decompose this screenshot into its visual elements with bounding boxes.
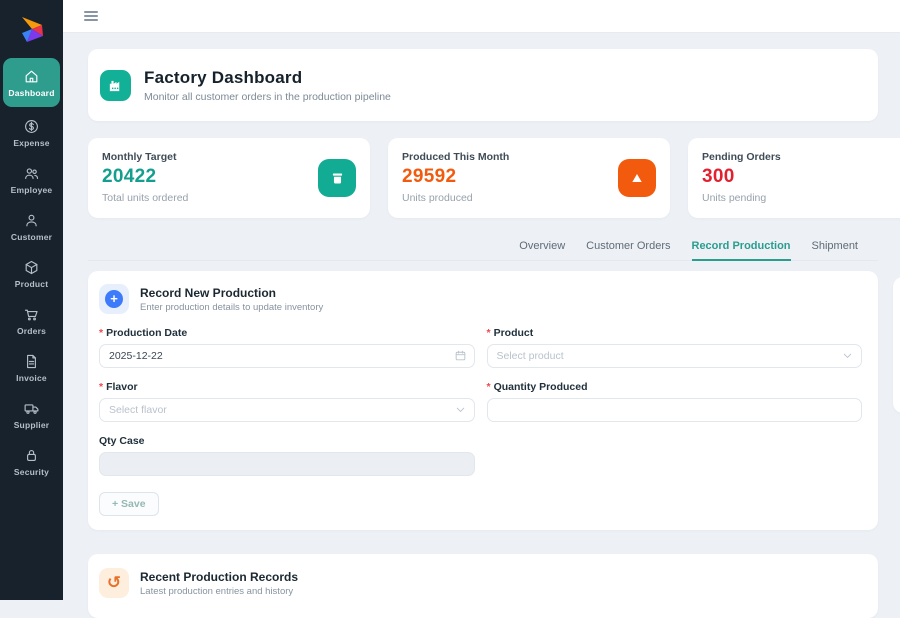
required-marker: *	[99, 381, 103, 393]
quantity-produced-input[interactable]	[487, 398, 863, 422]
sidebar: Dashboard Expense Employee Customer Prod…	[0, 0, 63, 600]
sidebar-item-invoice[interactable]: Invoice	[0, 344, 63, 391]
form-grid: *Production Date *Product	[99, 327, 862, 476]
page-title: Factory Dashboard	[144, 68, 391, 88]
sidebar-item-customer[interactable]: Customer	[0, 203, 63, 250]
sidebar-item-label: Customer	[11, 232, 52, 242]
brand-logo	[14, 12, 50, 48]
sidebar-item-label: Expense	[13, 138, 49, 148]
recent-subtitle: Latest production entries and history	[140, 586, 298, 597]
sidebar-item-label: Product	[15, 279, 49, 289]
sidebar-item-orders[interactable]: Orders	[0, 297, 63, 344]
archive-icon	[318, 159, 356, 197]
factory-icon	[100, 70, 131, 101]
product-select[interactable]	[487, 344, 863, 368]
form-subtitle: Enter production details to update inven…	[140, 302, 323, 313]
save-button[interactable]: + Save	[99, 492, 159, 516]
field-flavor: *Flavor	[99, 381, 475, 422]
file-icon	[23, 353, 40, 370]
stat-label: Pending Orders	[702, 151, 900, 163]
stats-row: Monthly Target 20422 Total units ordered…	[88, 138, 900, 218]
field-qty-case: Qty Case	[99, 435, 475, 476]
home-icon	[23, 68, 40, 85]
field-product: *Product	[487, 327, 863, 368]
sidebar-item-security[interactable]: Security	[0, 438, 63, 485]
triangle-up-icon	[618, 159, 656, 197]
form-header: + Record New Production Enter production…	[99, 284, 862, 314]
tab-record-production[interactable]: Record Production	[692, 240, 791, 261]
sidebar-item-employee[interactable]: Employee	[0, 156, 63, 203]
page-header-card: Factory Dashboard Monitor all customer o…	[88, 49, 878, 121]
sidebar-item-label: Dashboard	[8, 88, 54, 98]
stat-label: Produced This Month	[402, 151, 656, 163]
person-icon	[23, 212, 40, 229]
cart-icon	[23, 306, 40, 323]
main-content: Factory Dashboard Monitor all customer o…	[63, 33, 900, 600]
sidebar-item-label: Invoice	[16, 373, 47, 383]
field-quantity-produced: *Quantity Produced	[487, 381, 863, 422]
chevron-down-icon[interactable]	[841, 349, 854, 362]
dollar-icon	[23, 118, 40, 135]
stat-card-pending-orders: Pending Orders 300 Units pending	[688, 138, 900, 218]
qty-case-input	[99, 452, 475, 476]
recent-header: ↺ Recent Production Records Latest produ…	[99, 568, 862, 598]
plus-icon: +	[99, 284, 129, 314]
required-marker: *	[99, 327, 103, 339]
stat-card-monthly-target: Monthly Target 20422 Total units ordered	[88, 138, 370, 218]
tab-customer-orders[interactable]: Customer Orders	[586, 240, 670, 260]
chevron-down-icon[interactable]	[454, 403, 467, 416]
recent-records-card: ↺ Recent Production Records Latest produ…	[88, 554, 878, 618]
sidebar-item-expense[interactable]: Expense	[0, 109, 63, 156]
sidebar-nav: Dashboard Expense Employee Customer Prod…	[0, 58, 63, 485]
right-peek-card	[893, 277, 900, 413]
stat-label: Monthly Target	[102, 151, 356, 163]
required-marker: *	[487, 381, 491, 393]
stat-caption: Units produced	[402, 192, 656, 204]
field-production-date: *Production Date	[99, 327, 475, 368]
lock-icon	[23, 447, 40, 464]
stat-caption: Total units ordered	[102, 192, 356, 204]
sidebar-item-dashboard[interactable]: Dashboard	[3, 58, 60, 107]
sidebar-item-label: Supplier	[14, 420, 50, 430]
people-icon	[23, 165, 40, 182]
production-date-input[interactable]	[99, 344, 475, 368]
stat-caption: Units pending	[702, 192, 900, 204]
record-production-card: + Record New Production Enter production…	[88, 271, 878, 530]
sidebar-item-supplier[interactable]: Supplier	[0, 391, 63, 438]
truck-icon	[23, 400, 40, 417]
tab-shipment[interactable]: Shipment	[812, 240, 858, 260]
box-icon	[23, 259, 40, 276]
required-marker: *	[487, 327, 491, 339]
sidebar-item-product[interactable]: Product	[0, 250, 63, 297]
form-title: Record New Production	[140, 286, 323, 300]
sidebar-item-label: Orders	[17, 326, 46, 336]
flavor-select[interactable]	[99, 398, 475, 422]
tab-bar: Overview Customer Orders Record Producti…	[88, 240, 878, 261]
tab-overview[interactable]: Overview	[519, 240, 565, 260]
calendar-icon[interactable]	[454, 349, 467, 362]
recent-title: Recent Production Records	[140, 570, 298, 584]
sidebar-item-label: Employee	[11, 185, 53, 195]
stat-card-produced-this-month: Produced This Month 29592 Units produced	[388, 138, 670, 218]
clock-history-icon: ↺	[99, 568, 129, 598]
stat-value: 300	[702, 166, 900, 188]
topbar	[63, 0, 900, 33]
menu-icon[interactable]	[84, 11, 98, 21]
sidebar-item-label: Security	[14, 467, 49, 477]
page-subtitle: Monitor all customer orders in the produ…	[144, 91, 391, 103]
